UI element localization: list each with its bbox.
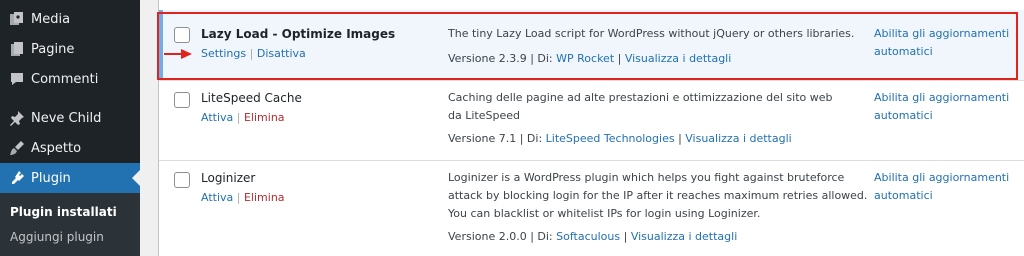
separator: | [236,191,241,204]
author-link[interactable]: LiteSpeed Technologies [546,132,675,145]
sidebar-item-label: Media [31,11,71,27]
activate-link[interactable]: Attiva [201,111,233,124]
media-icon [9,11,25,27]
auto-update-link[interactable]: Abilita gli aggiornamenti automatici [874,25,1014,61]
auto-update-text[interactable]: Abilita gli aggiornamenti automatici [874,27,1009,58]
plugin-row-loginizer: Loginizer Attiva | Elimina Loginizer is … [159,160,1024,256]
auto-update-text[interactable]: Abilita gli aggiornamenti automatici [874,171,1009,202]
plugin-description: Caching delle pagine ad alte prestazioni… [448,91,833,122]
activate-link[interactable]: Attiva [201,191,233,204]
theme-pin-icon [9,110,25,126]
separator: | [617,52,625,65]
comments-icon [9,71,25,87]
details-link[interactable]: Visualizza i dettagli [685,132,791,145]
plugin-description: The tiny Lazy Load script for WordPress … [448,27,855,40]
sidebar-item-plugin[interactable]: Plugin [0,163,140,193]
plugin-checkbox[interactable] [174,172,190,188]
plugins-table: Lazy Load - Optimize Images Settings | D… [158,0,1024,256]
by-label: Di: [537,52,553,65]
plugin-meta: Versione 2.3.9 | Di: WP Rocket | Visuali… [448,52,731,65]
appearance-icon [9,140,25,156]
author-link[interactable]: Softaculous [556,230,620,243]
sidebar-item-label: Aspetto [31,140,82,156]
sidebar-item-media[interactable]: Media [0,4,140,34]
plugin-icon [9,170,25,186]
author-link[interactable]: WP Rocket [556,52,614,65]
arrow-icon [164,49,192,59]
plugin-description: Loginizer is a WordPress plugin which he… [448,171,868,220]
sidebar-item-label: Plugin [31,170,71,186]
plugin-actions: Attiva | Elimina [201,191,285,204]
separator: | [249,47,254,60]
separator: | [623,230,631,243]
submenu-installed-plugins[interactable]: Plugin installati [10,205,117,219]
auto-update-link[interactable]: Abilita gli aggiornamenti automatici [874,169,1014,205]
sidebar-item-label: Neve Child [31,110,102,126]
plugin-version: Versione 2.0.0 [448,230,527,243]
plugin-name: Lazy Load - Optimize Images [201,27,396,41]
settings-link[interactable]: Settings [201,47,246,60]
plugin-version: Versione 7.1 [448,132,517,145]
plugin-version: Versione 2.3.9 [448,52,527,65]
plugin-name: LiteSpeed Cache [201,91,302,105]
sidebar-item-comments[interactable]: Commenti [0,64,140,94]
delete-link[interactable]: Elimina [244,191,285,204]
plugin-actions: Attiva | Elimina [201,111,285,124]
plugin-actions: Settings | Disattiva [201,47,306,60]
by-label: Di: [537,230,553,243]
main-content: Lazy Load - Optimize Images Settings | D… [140,0,1024,256]
plugin-meta: Versione 7.1 | Di: LiteSpeed Technologie… [448,132,792,145]
plugin-name: Loginizer [201,171,256,185]
sidebar-item-pages[interactable]: Pagine [0,34,140,64]
plugin-meta: Versione 2.0.0 | Di: Softaculous | Visua… [448,230,737,243]
deactivate-link[interactable]: Disattiva [257,47,306,60]
sidebar-item-appearance[interactable]: Aspetto [0,133,140,163]
details-link[interactable]: Visualizza i dettagli [625,52,731,65]
by-label: Di: [526,132,543,145]
delete-link[interactable]: Elimina [244,111,285,124]
plugin-row-lazy-load: Lazy Load - Optimize Images Settings | D… [159,10,1024,81]
sidebar-item-neve-child[interactable]: Neve Child [0,103,140,133]
submenu-add-plugin[interactable]: Aggiungi plugin [10,230,104,244]
sidebar-item-label: Commenti [31,71,99,87]
auto-update-link[interactable]: Abilita gli aggiornamenti automatici [874,89,1014,125]
separator: | [519,132,527,145]
sidebar-item-label: Pagine [31,41,75,57]
pages-icon [9,41,25,57]
plugin-checkbox[interactable] [174,27,190,43]
plugin-row-litespeed: LiteSpeed Cache Attiva | Elimina Caching… [159,80,1024,161]
plugin-checkbox[interactable] [174,92,190,108]
admin-sidebar: Media Pagine Commenti Neve Child Aspetto… [0,0,140,256]
active-indicator [159,10,163,80]
plugin-submenu: Plugin installati Aggiungi plugin [0,193,140,256]
separator: | [236,111,241,124]
auto-update-text[interactable]: Abilita gli aggiornamenti automatici [874,91,1009,122]
details-link[interactable]: Visualizza i dettagli [631,230,737,243]
